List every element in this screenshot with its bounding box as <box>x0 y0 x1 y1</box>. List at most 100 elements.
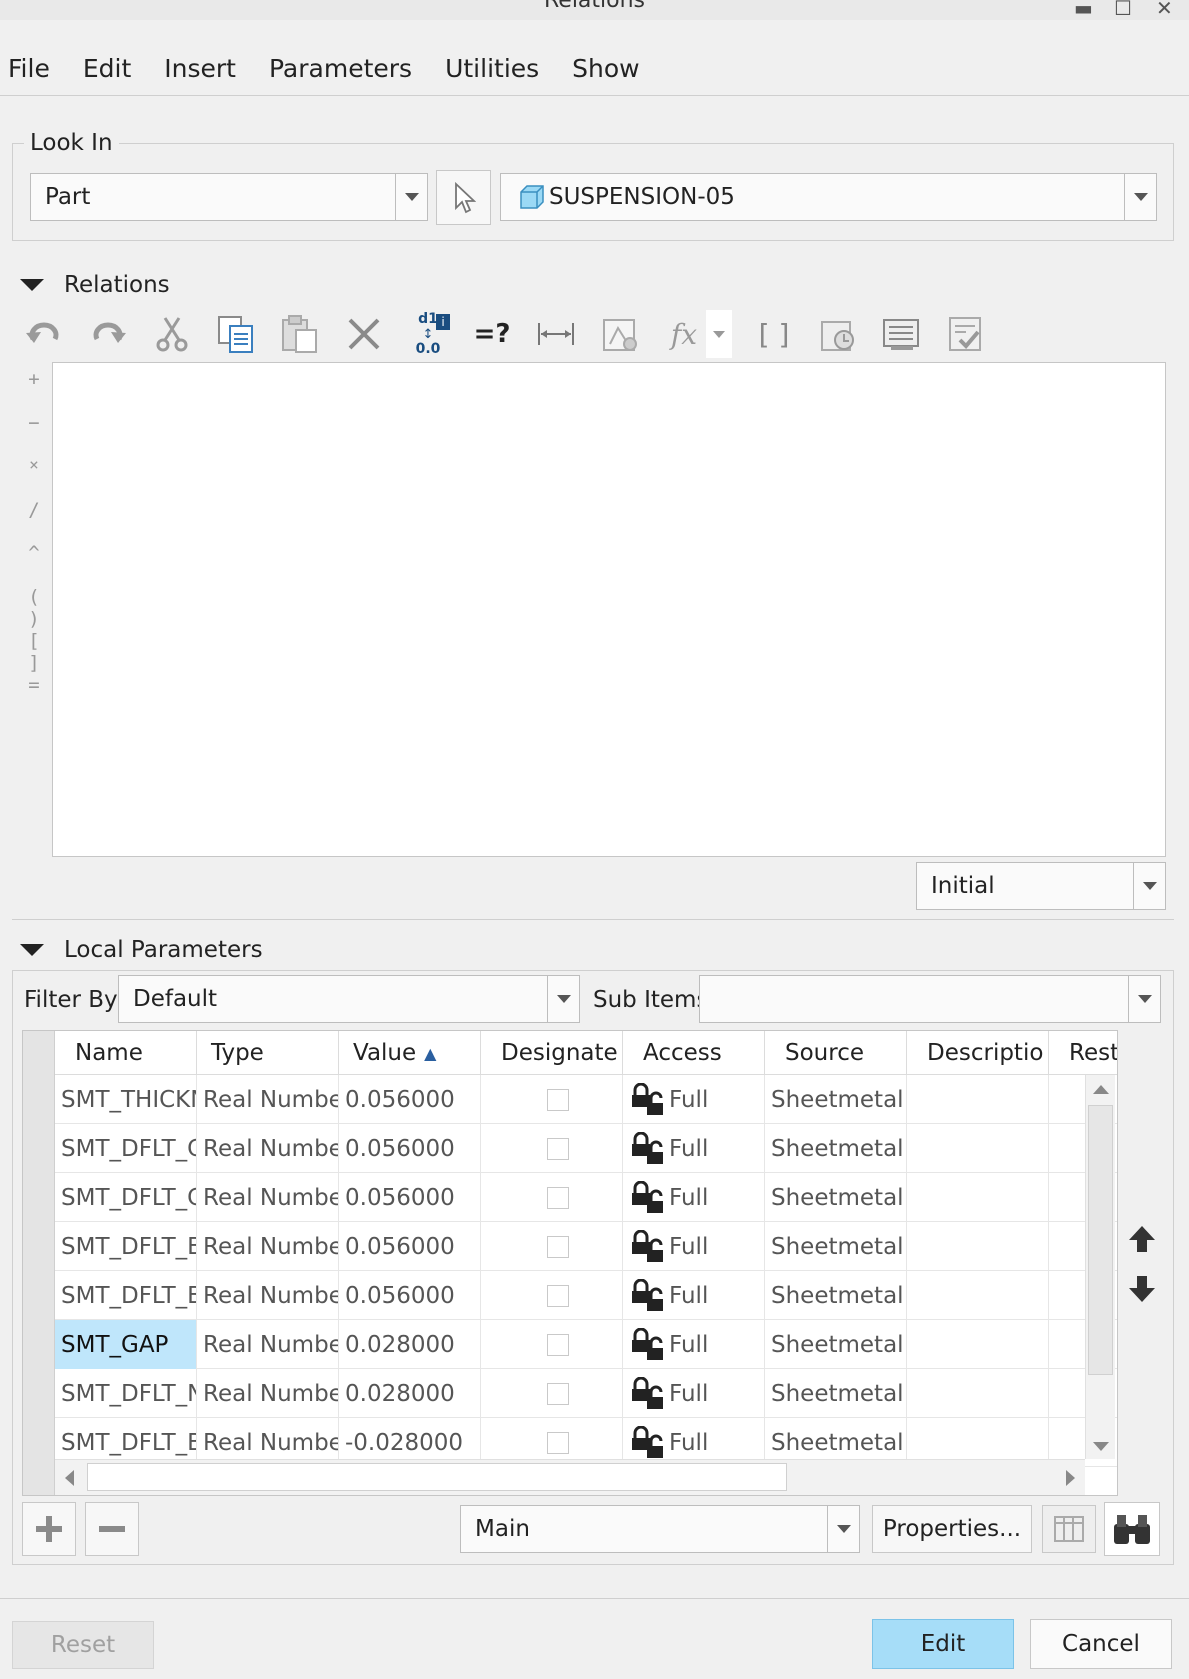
cell-designate[interactable] <box>481 1320 623 1369</box>
collapse-triangle-icon[interactable] <box>20 944 44 956</box>
cell-designate[interactable] <box>481 1124 623 1173</box>
copy-icon[interactable] <box>214 312 258 356</box>
toggle-units-icon[interactable]: d1 ↕ 0.0 i <box>406 311 450 356</box>
chevron-down-icon[interactable] <box>547 976 579 1022</box>
cell-type[interactable]: Real Number <box>197 1124 339 1173</box>
cell-value[interactable]: 0.028000 <box>339 1369 481 1418</box>
cell-name[interactable]: SMT_GAP <box>55 1320 197 1369</box>
find-button[interactable] <box>1104 1502 1160 1556</box>
cell-source[interactable]: Sheetmetal <box>765 1173 907 1222</box>
table-row[interactable]: SMT_DFLT_B Real Number 0.056000 Full Sheetme… <box>55 1222 1117 1271</box>
cell-name[interactable]: SMT_THICKN <box>55 1075 197 1124</box>
relations-section-header[interactable]: Relations <box>20 272 170 298</box>
designate-checkbox[interactable] <box>547 1186 569 1209</box>
close-icon[interactable]: ✕ <box>1156 0 1173 20</box>
cell-access[interactable]: Full <box>623 1075 765 1124</box>
scroll-left-icon[interactable] <box>65 1470 74 1486</box>
column-header-name[interactable]: Name <box>55 1031 197 1075</box>
cell-source[interactable]: Sheetmetal <box>765 1222 907 1271</box>
redo-icon[interactable] <box>86 312 130 356</box>
cell-name[interactable]: SMT_DFLT_C <box>55 1173 197 1222</box>
cell-designate[interactable] <box>481 1369 623 1418</box>
menu-show[interactable]: Show <box>555 54 655 83</box>
cell-type[interactable]: Real Number <box>197 1320 339 1369</box>
op-minus[interactable]: − <box>22 412 46 434</box>
move-down-button[interactable] <box>1127 1274 1157 1310</box>
cell-description[interactable] <box>907 1124 1049 1173</box>
cell-source[interactable]: Sheetmetal <box>765 1124 907 1173</box>
cell-designate[interactable] <box>481 1075 623 1124</box>
insert-parameter-icon[interactable] <box>598 312 642 356</box>
cell-designate[interactable] <box>481 1271 623 1320</box>
sub-items-select[interactable] <box>699 975 1161 1023</box>
move-up-button[interactable] <box>1127 1224 1157 1260</box>
scroll-up-icon[interactable] <box>1093 1085 1109 1094</box>
cell-name[interactable]: SMT_DFLT_B <box>55 1271 197 1320</box>
menu-parameters[interactable]: Parameters <box>252 54 428 83</box>
add-parameter-button[interactable] <box>22 1502 76 1556</box>
maximize-icon[interactable]: ☐ <box>1114 0 1132 20</box>
look-in-model-select[interactable]: SUSPENSION-05 <box>500 173 1157 221</box>
function-dropdown-arrow[interactable] <box>706 310 732 358</box>
menu-utilities[interactable]: Utilities <box>428 54 555 83</box>
check-icon[interactable] <box>944 312 988 356</box>
designate-checkbox[interactable] <box>547 1235 569 1258</box>
cell-description[interactable] <box>907 1222 1049 1271</box>
cell-type[interactable]: Real Number <box>197 1222 339 1271</box>
cell-value[interactable]: 0.056000 <box>339 1124 481 1173</box>
reset-button[interactable]: Reset <box>12 1621 154 1669</box>
menu-edit[interactable]: Edit <box>66 54 147 83</box>
cell-access[interactable]: Full <box>623 1320 765 1369</box>
table-row[interactable]: SMT_DFLT_C Real Number 0.056000 Full Sheetme… <box>55 1124 1117 1173</box>
cell-access[interactable]: Full <box>623 1173 765 1222</box>
cell-name[interactable]: SMT_DFLT_N <box>55 1369 197 1418</box>
column-header-access[interactable]: Access <box>623 1031 765 1075</box>
cell-access[interactable]: Full <box>623 1369 765 1418</box>
column-header-designate[interactable]: Designate <box>481 1031 623 1075</box>
cell-description[interactable] <box>907 1271 1049 1320</box>
designate-checkbox[interactable] <box>547 1431 569 1454</box>
menu-insert[interactable]: Insert <box>147 54 252 83</box>
remove-parameter-button[interactable] <box>85 1502 139 1556</box>
column-header-description[interactable]: Descriptio <box>907 1031 1049 1075</box>
op-parentheses[interactable]: ( ) <box>18 586 50 630</box>
cancel-button[interactable]: Cancel <box>1030 1619 1172 1669</box>
paste-icon[interactable] <box>278 312 322 356</box>
cell-type[interactable]: Real Number <box>197 1271 339 1320</box>
cell-value[interactable]: 0.056000 <box>339 1075 481 1124</box>
delete-icon[interactable] <box>342 312 386 356</box>
designate-checkbox[interactable] <box>547 1382 569 1405</box>
cell-type[interactable]: Real Number <box>197 1173 339 1222</box>
properties-button[interactable]: Properties... <box>872 1505 1032 1553</box>
cell-value[interactable]: 0.028000 <box>339 1320 481 1369</box>
cut-icon[interactable] <box>150 312 194 356</box>
edit-button[interactable]: Edit <box>872 1619 1014 1669</box>
cell-source[interactable]: Sheetmetal <box>765 1369 907 1418</box>
cell-access[interactable]: Full <box>623 1222 765 1271</box>
vertical-scroll-thumb[interactable] <box>1088 1105 1113 1375</box>
column-header-type[interactable]: Type <box>197 1031 339 1075</box>
cell-name[interactable]: SMT_DFLT_B <box>55 1222 197 1271</box>
function-icon[interactable]: fx <box>662 312 706 356</box>
evaluate-icon[interactable]: =? <box>470 312 514 356</box>
op-plus[interactable]: + <box>22 368 46 390</box>
cell-description[interactable] <box>907 1320 1049 1369</box>
cell-description[interactable] <box>907 1075 1049 1124</box>
verify-icon[interactable] <box>816 312 860 356</box>
cell-description[interactable] <box>907 1369 1049 1418</box>
chevron-down-icon[interactable] <box>1128 976 1160 1022</box>
op-multiply[interactable]: × <box>22 455 46 474</box>
table-columns-button[interactable] <box>1042 1505 1096 1553</box>
cell-access[interactable]: Full <box>623 1271 765 1320</box>
chevron-down-icon[interactable] <box>1124 174 1156 220</box>
dimension-icon[interactable] <box>534 312 578 356</box>
table-row[interactable]: SMT_DFLT_B Real Number 0.056000 Full Sheetme… <box>55 1271 1117 1320</box>
cell-description[interactable] <box>907 1173 1049 1222</box>
minimize-icon[interactable]: ▬ <box>1074 0 1093 20</box>
column-header-source[interactable]: Source <box>765 1031 907 1075</box>
table-row[interactable]: SMT_GAP Real Number 0.028000 Full Sheetmetal <box>55 1320 1117 1369</box>
cell-access[interactable]: Full <box>623 1124 765 1173</box>
op-brackets[interactable]: [ ] <box>18 630 50 674</box>
relations-editor[interactable] <box>52 362 1166 857</box>
sort-icon[interactable] <box>880 312 924 356</box>
